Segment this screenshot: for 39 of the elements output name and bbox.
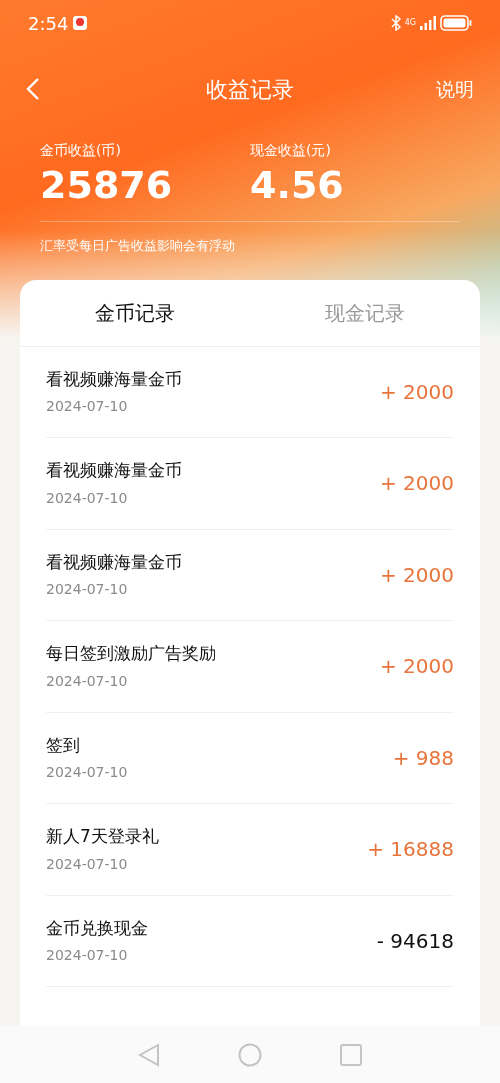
- status-time: 2:54: [28, 11, 69, 36]
- summary-value: 25876: [40, 162, 174, 209]
- back-nav-icon[interactable]: [138, 1042, 160, 1067]
- record-date: 2024-07-10: [46, 763, 128, 782]
- record-amount: + 2000: [380, 378, 454, 406]
- record-amount: - 94618: [376, 927, 454, 955]
- record-tab[interactable]: 现金记录: [250, 279, 480, 346]
- record-date: 2024-07-10: [46, 854, 129, 874]
- help-link[interactable]: 说明: [436, 74, 474, 104]
- record-date: 2024-07-10: [46, 488, 129, 508]
- recent-apps-icon[interactable]: [340, 1043, 362, 1066]
- network-label: 4G: [404, 19, 416, 27]
- record-amount: + 2000: [380, 653, 454, 681]
- home-nav-icon[interactable]: [238, 1042, 262, 1067]
- record-amount: + 2000: [380, 561, 454, 589]
- record-amount: + 16888: [367, 836, 454, 864]
- app-notification-icon: [72, 15, 89, 31]
- summary-label: 金币收益(币): [40, 141, 122, 160]
- record-title: 新人7天登录礼: [46, 825, 159, 848]
- page-title: 收益记录: [206, 75, 294, 104]
- record-title: 看视频赚海量金币: [46, 367, 182, 391]
- bluetooth-icon: [390, 15, 401, 31]
- record-title: 签到: [46, 733, 81, 757]
- record-tab[interactable]: 金币记录: [20, 279, 250, 346]
- record-amount: + 988: [392, 744, 454, 772]
- signal-icon: [420, 16, 436, 30]
- record-date: 2024-07-10: [46, 580, 129, 599]
- record-title: 每日签到激励广告奖励: [46, 642, 216, 665]
- record-date: 2024-07-10: [46, 397, 129, 416]
- record-date: 2024-07-10: [46, 946, 129, 965]
- record-title: 看视频赚海量金币: [46, 459, 182, 482]
- battery-icon: [440, 15, 472, 31]
- record-title: 金币兑换现金: [46, 916, 148, 940]
- record-amount: + 2000: [380, 470, 454, 498]
- record-title: 看视频赚海量金币: [46, 550, 182, 574]
- summary-value: 4.56: [250, 162, 345, 209]
- exchange-rate-note: 汇率受每日广告收益影响会有浮动: [39, 237, 236, 255]
- summary-label: 现金收益(元): [250, 141, 332, 160]
- record-date: 2024-07-10: [46, 671, 129, 691]
